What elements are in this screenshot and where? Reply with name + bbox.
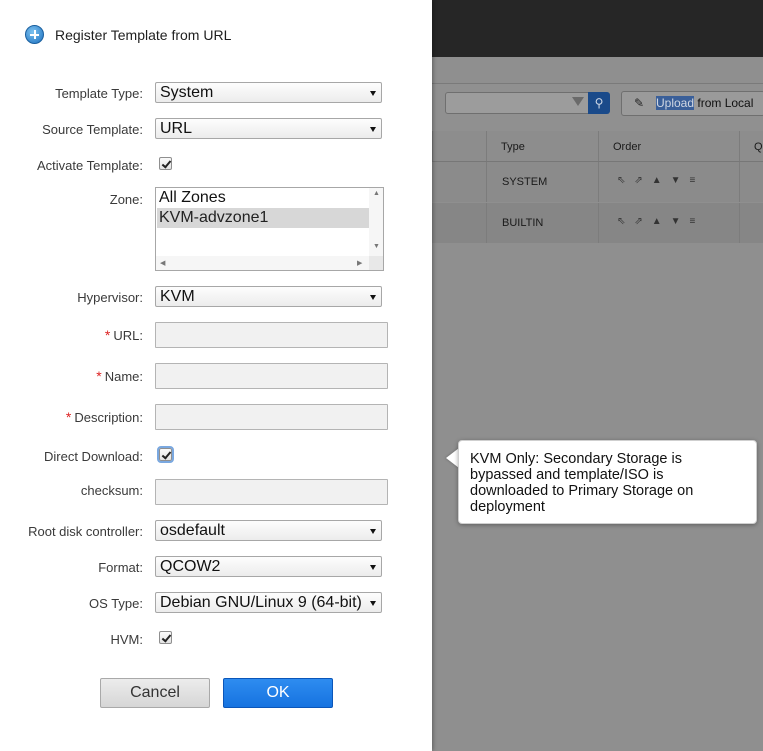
url-input[interactable] bbox=[155, 322, 388, 348]
vertical-scrollbar[interactable]: ▲ ▼ bbox=[369, 188, 383, 256]
zone-label: Zone: bbox=[109, 192, 143, 207]
description-label: * Description: bbox=[66, 409, 143, 425]
direct-download-tooltip: KVM Only: Secondary Storage is bypassed … bbox=[458, 440, 757, 524]
scroll-right-icon[interactable]: ▶ bbox=[357, 259, 362, 267]
template-type-value: System bbox=[160, 84, 214, 101]
column-order-label: Order bbox=[613, 141, 642, 153]
hypervisor-value: KVM bbox=[160, 288, 195, 305]
upload-rest-text: from Local bbox=[694, 96, 754, 110]
description-input[interactable] bbox=[155, 404, 388, 430]
table-cell-qu bbox=[739, 203, 763, 243]
root-disk-controller-value: osdefault bbox=[160, 522, 225, 539]
scroll-up-icon[interactable]: ▲ bbox=[373, 190, 380, 197]
name-input[interactable] bbox=[155, 363, 388, 389]
zone-listbox[interactable]: All Zones KVM-advzone1 ▲ ▼ ◀ ▶ bbox=[155, 187, 384, 271]
os-type-value: Debian GNU/Linux 9 (64-bit) bbox=[160, 594, 362, 611]
format-value: QCOW2 bbox=[160, 558, 221, 575]
checksum-label: checksum: bbox=[80, 483, 143, 498]
search-dropdown-icon[interactable] bbox=[572, 97, 584, 106]
url-label: * URL: bbox=[105, 327, 143, 343]
dropdown-arrow-icon bbox=[370, 565, 376, 570]
column-type-label: Type bbox=[501, 141, 525, 153]
required-marker: * bbox=[65, 409, 72, 425]
activate-template-checkbox[interactable] bbox=[159, 157, 172, 170]
dialog-title-text: Register Template from URL bbox=[55, 27, 232, 43]
cancel-button[interactable]: Cancel bbox=[100, 678, 210, 708]
direct-download-label: Direct Download: bbox=[44, 449, 143, 464]
template-type-select[interactable]: System bbox=[155, 82, 382, 103]
upload-from-local-button[interactable]: ✎ Upload from Local bbox=[621, 91, 763, 116]
hypervisor-select[interactable]: KVM bbox=[155, 286, 382, 307]
checksum-input[interactable] bbox=[155, 479, 388, 505]
table-cell-qu bbox=[739, 162, 763, 202]
hvm-label: HVM: bbox=[110, 632, 144, 647]
add-icon bbox=[25, 25, 44, 44]
order-controls-icon[interactable]: ⇖⇗▲▼≡ bbox=[617, 175, 704, 186]
column-header-type[interactable]: Type bbox=[486, 131, 599, 161]
source-template-select[interactable]: URL bbox=[155, 118, 382, 139]
dropdown-arrow-icon bbox=[370, 295, 376, 300]
root-disk-controller-select[interactable]: osdefault bbox=[155, 520, 382, 541]
scrollbar-corner bbox=[369, 256, 383, 270]
name-label: * Name: bbox=[96, 368, 143, 384]
required-marker: * bbox=[96, 368, 102, 384]
table-row[interactable]: BUILTIN ⇖⇗▲▼≡ bbox=[432, 203, 763, 243]
edit-icon: ✎ bbox=[634, 96, 645, 110]
source-template-value: URL bbox=[160, 120, 193, 137]
required-marker: * bbox=[104, 327, 111, 343]
search-input[interactable] bbox=[445, 92, 589, 114]
column-qu-label: Qu bbox=[754, 141, 763, 153]
activate-template-label: Activate Template: bbox=[37, 158, 143, 173]
search-icon: ⚲ bbox=[594, 96, 604, 110]
dropdown-arrow-icon bbox=[370, 529, 376, 534]
hypervisor-label: Hypervisor: bbox=[77, 290, 143, 305]
column-header-order[interactable]: Order bbox=[598, 131, 740, 161]
os-type-select[interactable]: Debian GNU/Linux 9 (64-bit) bbox=[155, 592, 382, 613]
table-row[interactable]: SYSTEM ⇖⇗▲▼≡ bbox=[432, 162, 763, 202]
format-label: Format: bbox=[98, 560, 143, 575]
table-header: Type Order Qu bbox=[432, 131, 763, 162]
direct-download-checkbox[interactable] bbox=[157, 446, 174, 463]
ok-button[interactable]: OK bbox=[223, 678, 333, 708]
search-button[interactable]: ⚲ bbox=[588, 92, 610, 114]
table-cell-type: SYSTEM bbox=[486, 162, 599, 202]
row-type-text: SYSTEM bbox=[502, 176, 548, 188]
template-type-label: Template Type: bbox=[55, 86, 143, 101]
os-type-label: OS Type: bbox=[89, 596, 143, 611]
row-type-text: BUILTIN bbox=[502, 217, 544, 229]
source-template-label: Source Template: bbox=[42, 122, 143, 137]
scroll-left-icon[interactable]: ◀ bbox=[160, 259, 165, 267]
table-cell-order: ⇖⇗▲▼≡ bbox=[598, 203, 740, 243]
format-select[interactable]: QCOW2 bbox=[155, 556, 382, 577]
column-header-blank bbox=[432, 131, 487, 161]
name-label-text: Name: bbox=[104, 369, 143, 384]
scroll-down-icon[interactable]: ▼ bbox=[373, 243, 380, 250]
url-label-text: URL: bbox=[113, 328, 143, 343]
table-cell-order: ⇖⇗▲▼≡ bbox=[598, 162, 740, 202]
dropdown-arrow-icon bbox=[370, 601, 376, 606]
horizontal-scrollbar[interactable]: ◀ ▶ bbox=[156, 256, 369, 270]
order-controls-icon[interactable]: ⇖⇗▲▼≡ bbox=[617, 216, 704, 227]
description-label-text: Description: bbox=[74, 410, 143, 425]
dropdown-arrow-icon bbox=[370, 127, 376, 132]
zone-option-all-zones[interactable]: All Zones bbox=[157, 188, 369, 208]
upload-highlight-text: Upload bbox=[656, 96, 695, 110]
table-cell-type: BUILTIN bbox=[486, 203, 599, 243]
column-header-qu[interactable]: Qu bbox=[739, 131, 763, 161]
dropdown-arrow-icon bbox=[370, 91, 376, 96]
zone-option-kvm-advzone1[interactable]: KVM-advzone1 bbox=[157, 208, 369, 228]
root-disk-controller-label: Root disk controller: bbox=[28, 524, 143, 539]
register-template-dialog: Register Template from URL Template Type… bbox=[0, 0, 432, 751]
hvm-checkbox[interactable] bbox=[159, 631, 172, 644]
